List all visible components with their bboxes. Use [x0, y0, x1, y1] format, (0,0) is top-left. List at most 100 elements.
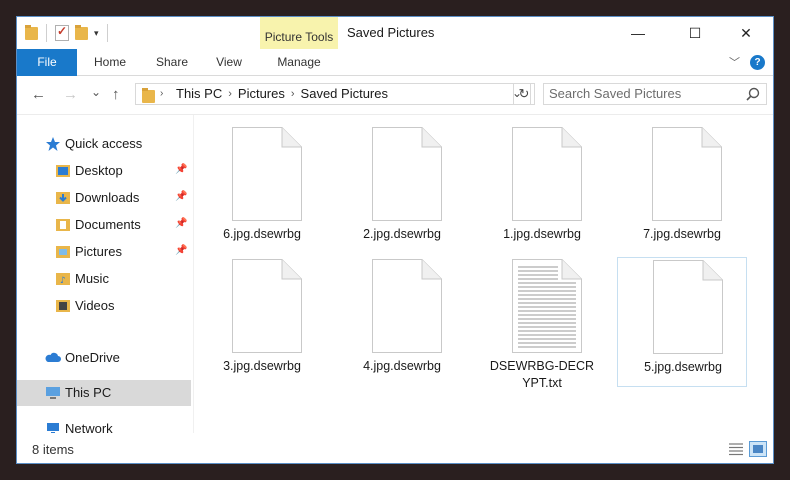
file-name: 3.jpg.dsewrbg — [223, 359, 301, 373]
nav-downloads[interactable]: Downloads — [55, 185, 139, 211]
forward-button[interactable]: → — [63, 86, 78, 103]
address-toolbar: ← → ⌄ ↑ › This PC › Pictures › Saved Pic… — [17, 76, 773, 115]
blank-file-icon — [372, 127, 442, 221]
picture-tools-context-label: Picture Tools — [260, 17, 338, 49]
address-bar[interactable]: › This PC › Pictures › Saved Pictures ⌄ — [135, 83, 531, 105]
file-item[interactable]: 4.jpg.dsewrbg — [337, 259, 467, 387]
search-box[interactable]: Search Saved Pictures — [543, 83, 767, 105]
tab-share[interactable]: Share — [147, 49, 197, 75]
file-name: 4.jpg.dsewrbg — [363, 359, 441, 373]
file-item[interactable]: 5.jpg.dsewrbg — [617, 257, 747, 387]
breadcrumb-separator-icon[interactable]: › — [160, 88, 163, 99]
desktop-icon — [56, 165, 70, 177]
videos-icon — [56, 300, 70, 312]
help-icon[interactable]: ? — [750, 54, 765, 70]
pictures-icon — [56, 246, 70, 258]
nav-music-label: Music — [75, 271, 109, 286]
back-button[interactable]: ← — [31, 86, 46, 103]
tab-view[interactable]: View — [207, 49, 251, 75]
breadcrumb-this-pc[interactable]: This PC — [176, 84, 222, 104]
nav-videos-label: Videos — [75, 298, 115, 313]
file-item[interactable]: 6.jpg.dsewrbg — [197, 127, 327, 255]
details-view-icon[interactable] — [727, 441, 745, 457]
title-bar: ▾ Picture Tools Saved Pictures — ☐ ✕ — [17, 17, 773, 49]
file-name: 5.jpg.dsewrbg — [644, 360, 722, 374]
music-icon: ♪ — [56, 273, 70, 286]
properties-icon[interactable] — [55, 24, 69, 41]
toolbar-divider — [106, 24, 108, 42]
nav-pictures-label: Pictures — [75, 244, 122, 259]
file-item[interactable]: 3.jpg.dsewrbg — [197, 259, 327, 387]
explorer-window: ▾ Picture Tools Saved Pictures — ☐ ✕ Fil… — [16, 16, 774, 464]
blank-file-icon — [372, 259, 442, 353]
status-bar: 8 items — [17, 433, 773, 463]
nav-videos[interactable]: Videos — [55, 293, 115, 319]
text-file-icon — [512, 259, 582, 353]
recent-locations-button[interactable]: ⌄ — [91, 85, 101, 99]
cloud-icon — [45, 352, 61, 362]
blank-file-icon — [232, 127, 302, 221]
search-input[interactable]: Search Saved Pictures — [549, 84, 681, 104]
breadcrumb-separator-icon[interactable]: › — [228, 84, 232, 104]
nav-onedrive[interactable]: OneDrive — [45, 345, 120, 371]
nav-desktop[interactable]: Desktop — [55, 158, 123, 184]
file-name: DSEWRBG-DECR YPT.txt — [477, 358, 607, 392]
documents-icon — [56, 219, 70, 231]
breadcrumb-pictures[interactable]: Pictures — [238, 84, 285, 104]
nav-this-pc-label: This PC — [65, 385, 112, 400]
file-name: 6.jpg.dsewrbg — [223, 227, 301, 241]
pin-icon[interactable]: 📌 — [175, 218, 187, 229]
file-item[interactable]: 7.jpg.dsewrbg — [617, 127, 747, 255]
folder-icon — [25, 25, 38, 41]
item-count: 8 items — [32, 442, 74, 457]
large-icons-view-button[interactable] — [749, 441, 767, 457]
nav-music[interactable]: ♪ Music — [55, 266, 109, 292]
nav-pictures[interactable]: Pictures — [55, 239, 122, 265]
blank-file-icon — [653, 260, 723, 354]
nav-documents-label: Documents — [75, 217, 141, 232]
nav-documents[interactable]: Documents — [55, 212, 141, 238]
minimize-button[interactable]: — — [615, 17, 661, 49]
folder-icon — [142, 88, 155, 104]
file-name-line: YPT.txt — [522, 376, 562, 390]
ribbon-options: ﹀ ? — [729, 54, 765, 70]
nav-downloads-label: Downloads — [75, 190, 140, 205]
new-folder-icon[interactable] — [75, 25, 88, 41]
file-view: 6.jpg.dsewrbg 2.jpg.dsewrbg 1.jpg.dsewrb… — [197, 115, 773, 433]
large-icons-view-icon — [753, 445, 763, 453]
pin-icon[interactable]: 📌 — [175, 245, 187, 256]
refresh-button[interactable]: ↻ — [513, 83, 535, 105]
blank-file-icon — [232, 259, 302, 353]
search-icon[interactable] — [746, 87, 760, 101]
toolbar-divider — [46, 24, 47, 42]
file-name-line: DSEWRBG-DECR — [489, 359, 595, 373]
svg-text:♪: ♪ — [60, 276, 66, 286]
computer-icon — [46, 387, 60, 399]
quick-access-toolbar: ▾ — [25, 24, 110, 42]
file-item[interactable]: 2.jpg.dsewrbg — [337, 127, 467, 255]
up-button[interactable]: ↑ — [112, 86, 120, 103]
ribbon-tabs: File Home Share View Manage — [17, 49, 773, 177]
nav-quick-access[interactable]: Quick access — [45, 131, 142, 157]
navigation-pane: Quick access Desktop 📌 Downloads 📌 Docum… — [17, 115, 194, 436]
chevron-down-icon[interactable]: ﹀ — [729, 54, 740, 70]
file-item[interactable]: 1.jpg.dsewrbg — [477, 127, 607, 255]
star-icon — [46, 137, 60, 151]
breadcrumb: This PC › Pictures › Saved Pictures — [176, 84, 388, 104]
nav-desktop-label: Desktop — [75, 163, 123, 178]
breadcrumb-saved-pictures[interactable]: Saved Pictures — [301, 84, 388, 104]
nav-this-pc[interactable]: This PC — [45, 380, 111, 406]
file-name: 2.jpg.dsewrbg — [363, 227, 441, 241]
maximize-button[interactable]: ☐ — [672, 17, 718, 49]
window-title: Saved Pictures — [347, 25, 435, 40]
tab-manage[interactable]: Manage — [260, 49, 338, 75]
pin-icon[interactable]: 📌 — [175, 164, 187, 175]
breadcrumb-separator-icon[interactable]: › — [291, 84, 295, 104]
file-name: 7.jpg.dsewrbg — [643, 227, 721, 241]
close-button[interactable]: ✕ — [723, 17, 769, 49]
blank-file-icon — [512, 127, 582, 221]
tab-home[interactable]: Home — [85, 49, 135, 75]
file-item[interactable]: DSEWRBG-DECR YPT.txt — [477, 259, 607, 390]
pin-icon[interactable]: 📌 — [175, 191, 187, 202]
customize-toolbar-dropdown[interactable]: ▾ — [94, 28, 99, 39]
